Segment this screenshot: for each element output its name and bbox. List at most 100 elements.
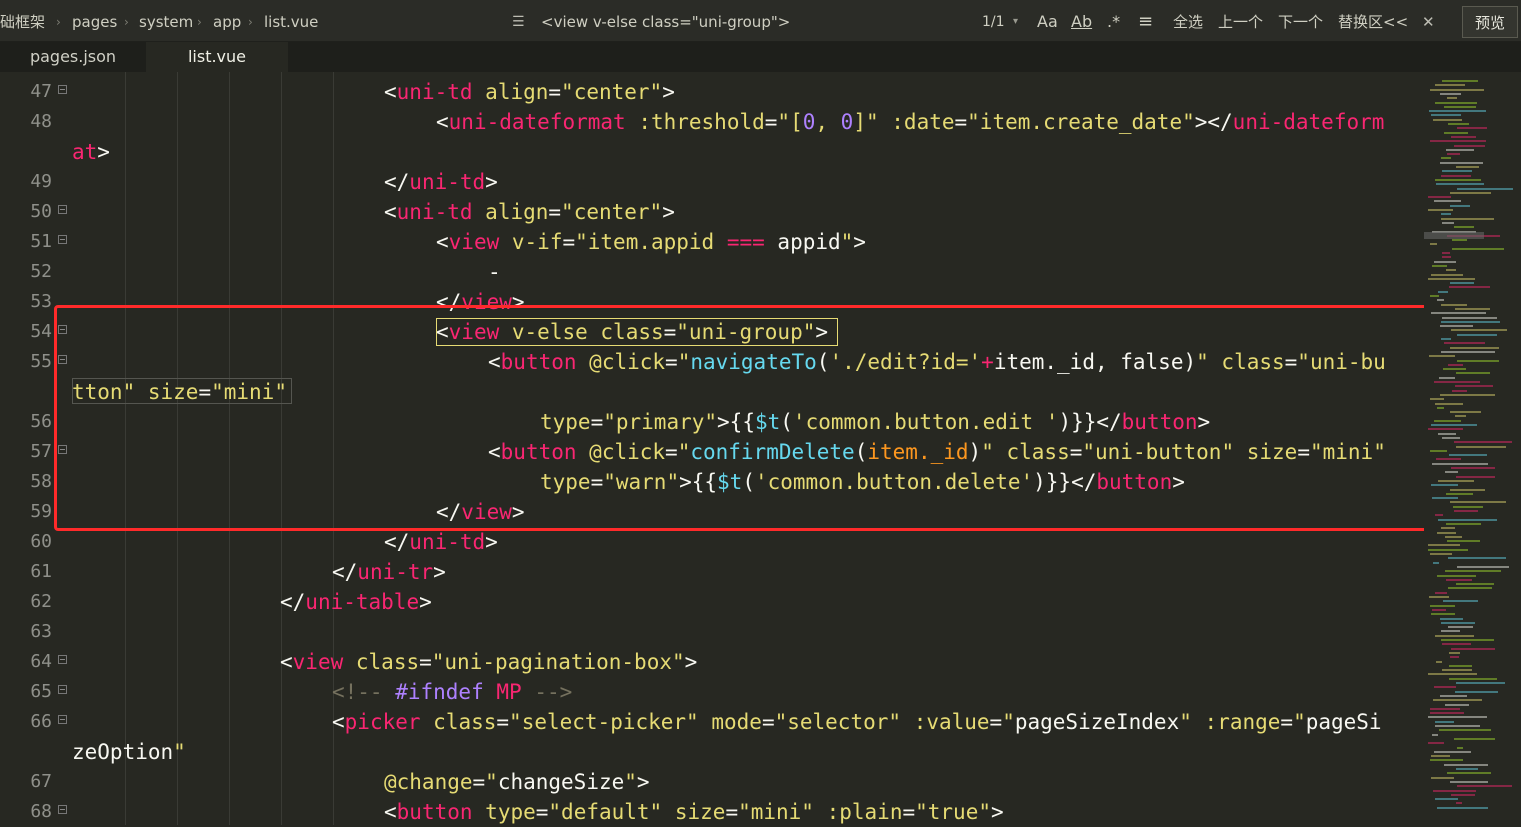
- minimap-line: [1438, 518, 1497, 521]
- fold-toggle-icon[interactable]: [58, 805, 67, 814]
- fold-toggle-icon[interactable]: [58, 325, 67, 334]
- code-line: 61 </uni-tr>: [0, 557, 1424, 587]
- minimap-line: [1445, 570, 1501, 573]
- minimap-line: [1430, 707, 1460, 710]
- minimap-line: [1434, 419, 1461, 422]
- code-text: <uni-dateformat :threshold="[0, 0]" :dat…: [436, 110, 1385, 134]
- minimap-line: [1457, 187, 1513, 190]
- minimap-line: [1435, 84, 1465, 87]
- breadcrumb-item[interactable]: app: [213, 0, 241, 42]
- minimap-line: [1430, 449, 1447, 452]
- minimap-line: [1449, 651, 1460, 654]
- chevron-right-icon: ›: [248, 15, 253, 29]
- search-input[interactable]: <view v-else class="uni-group">: [541, 0, 790, 42]
- chevron-right-icon: ›: [124, 15, 129, 29]
- code-editor[interactable]: 47 <uni-td align="center"> 48 <uni-datef…: [0, 72, 1424, 825]
- code-line: 55 <button @click="navigateTo('./edit?id…: [0, 347, 1424, 377]
- minimap-line: [1438, 290, 1448, 293]
- code-line: 63: [0, 617, 1424, 647]
- minimap-line: [1446, 269, 1456, 272]
- code-line: 53 </view>: [0, 287, 1424, 317]
- match-case-button[interactable]: Aa: [1037, 0, 1058, 42]
- close-icon[interactable]: ✕: [1422, 0, 1435, 42]
- fold-toggle-icon[interactable]: [58, 685, 67, 694]
- search-icon: ☰: [512, 14, 525, 30]
- minimap-line: [1440, 694, 1467, 697]
- minimap-line: [1449, 677, 1497, 680]
- code-line: 50 <uni-td align="center">: [0, 197, 1424, 227]
- minimap-line: [1430, 295, 1439, 297]
- breadcrumb-item[interactable]: 础框架: [0, 0, 45, 42]
- minimap-line: [1456, 583, 1494, 586]
- minimap-line: [1441, 174, 1471, 177]
- line-number: 56: [30, 411, 52, 432]
- minimap-line: [1431, 273, 1463, 276]
- line-number: 57: [30, 441, 52, 462]
- fold-toggle-icon[interactable]: [58, 205, 67, 214]
- minimap-line: [1428, 673, 1477, 676]
- code-line: 64 <view class="uni-pagination-box">: [0, 647, 1424, 677]
- line-number: 59: [30, 501, 52, 522]
- minimap-line: [1431, 484, 1458, 487]
- fold-toggle-icon[interactable]: [58, 715, 67, 724]
- chevron-down-icon[interactable]: ▾: [1013, 0, 1018, 42]
- prev-match-button[interactable]: 上一个: [1218, 0, 1263, 42]
- minimap-line: [1440, 393, 1495, 396]
- minimap[interactable]: [1424, 72, 1521, 825]
- minimap-line: [1449, 286, 1490, 289]
- next-match-button[interactable]: 下一个: [1278, 0, 1323, 42]
- minimap-line: [1441, 320, 1500, 323]
- fold-toggle-icon[interactable]: [58, 655, 67, 664]
- code-line: 66 <picker class="select-picker" mode="s…: [0, 707, 1424, 737]
- code-line: 47 <uni-td align="center">: [0, 77, 1424, 107]
- minimap-line: [1451, 135, 1476, 138]
- minimap-line: [1435, 720, 1454, 723]
- minimap-line: [1452, 389, 1467, 392]
- line-number: [0, 737, 52, 767]
- minimap-line: [1439, 729, 1491, 732]
- minimap-line: [1429, 355, 1455, 358]
- line-number: 58: [30, 471, 52, 492]
- line-number: 63: [30, 621, 52, 642]
- breadcrumb-item[interactable]: pages: [72, 0, 117, 42]
- fold-toggle-icon[interactable]: [58, 355, 67, 364]
- matched-tag-highlight: [436, 318, 838, 346]
- line-number: 60: [30, 531, 52, 552]
- code-line: 58 type="warn">{{$t('common.button.delet…: [0, 467, 1424, 497]
- minimap-line: [1441, 303, 1467, 306]
- minimap-line: [1452, 247, 1504, 250]
- fold-toggle-icon[interactable]: [58, 235, 67, 244]
- match-count: 1/1: [982, 14, 1005, 30]
- preview-button[interactable]: 预览: [1462, 6, 1518, 38]
- tab-pages-json[interactable]: pages.json: [0, 42, 146, 72]
- minimap-line: [1446, 578, 1472, 581]
- breadcrumb-item[interactable]: system: [139, 0, 193, 42]
- minimap-line: [1430, 398, 1444, 401]
- code-text: <view v-if="item.appid === appid">: [436, 230, 866, 254]
- code-line: 57 <button @click="confirmDelete(item._i…: [0, 437, 1424, 467]
- select-all-button[interactable]: 全选: [1173, 0, 1203, 42]
- whole-word-button[interactable]: Ab: [1071, 0, 1092, 42]
- minimap-line: [1432, 733, 1438, 736]
- code-line: 65 <!-- #ifndef MP -->: [0, 677, 1424, 707]
- code-line: 62 </uni-table>: [0, 587, 1424, 617]
- minimap-line: [1450, 780, 1488, 783]
- tab-list-vue[interactable]: list.vue: [146, 42, 288, 72]
- breadcrumb-item[interactable]: list.vue: [264, 0, 318, 42]
- minimap-line: [1450, 191, 1491, 194]
- fold-toggle-icon[interactable]: [58, 445, 67, 454]
- minimap-line: [1432, 608, 1446, 611]
- regex-button[interactable]: .*: [1107, 0, 1120, 42]
- tag-name: uni-td: [396, 80, 473, 104]
- minimap-line: [1441, 639, 1494, 641]
- selection-highlight: [72, 378, 292, 404]
- fold-toggle-icon[interactable]: [58, 85, 67, 94]
- minimap-line: [1454, 737, 1495, 740]
- replace-toggle-button[interactable]: 替换区<<: [1338, 0, 1408, 42]
- minimap-line: [1441, 338, 1451, 340]
- minimap-line: [1444, 105, 1476, 108]
- align-lines-icon[interactable]: ≡: [1138, 0, 1153, 42]
- minimap-line: [1457, 127, 1487, 130]
- minimap-viewport[interactable]: [1424, 232, 1484, 239]
- code-line: at>: [0, 137, 1424, 167]
